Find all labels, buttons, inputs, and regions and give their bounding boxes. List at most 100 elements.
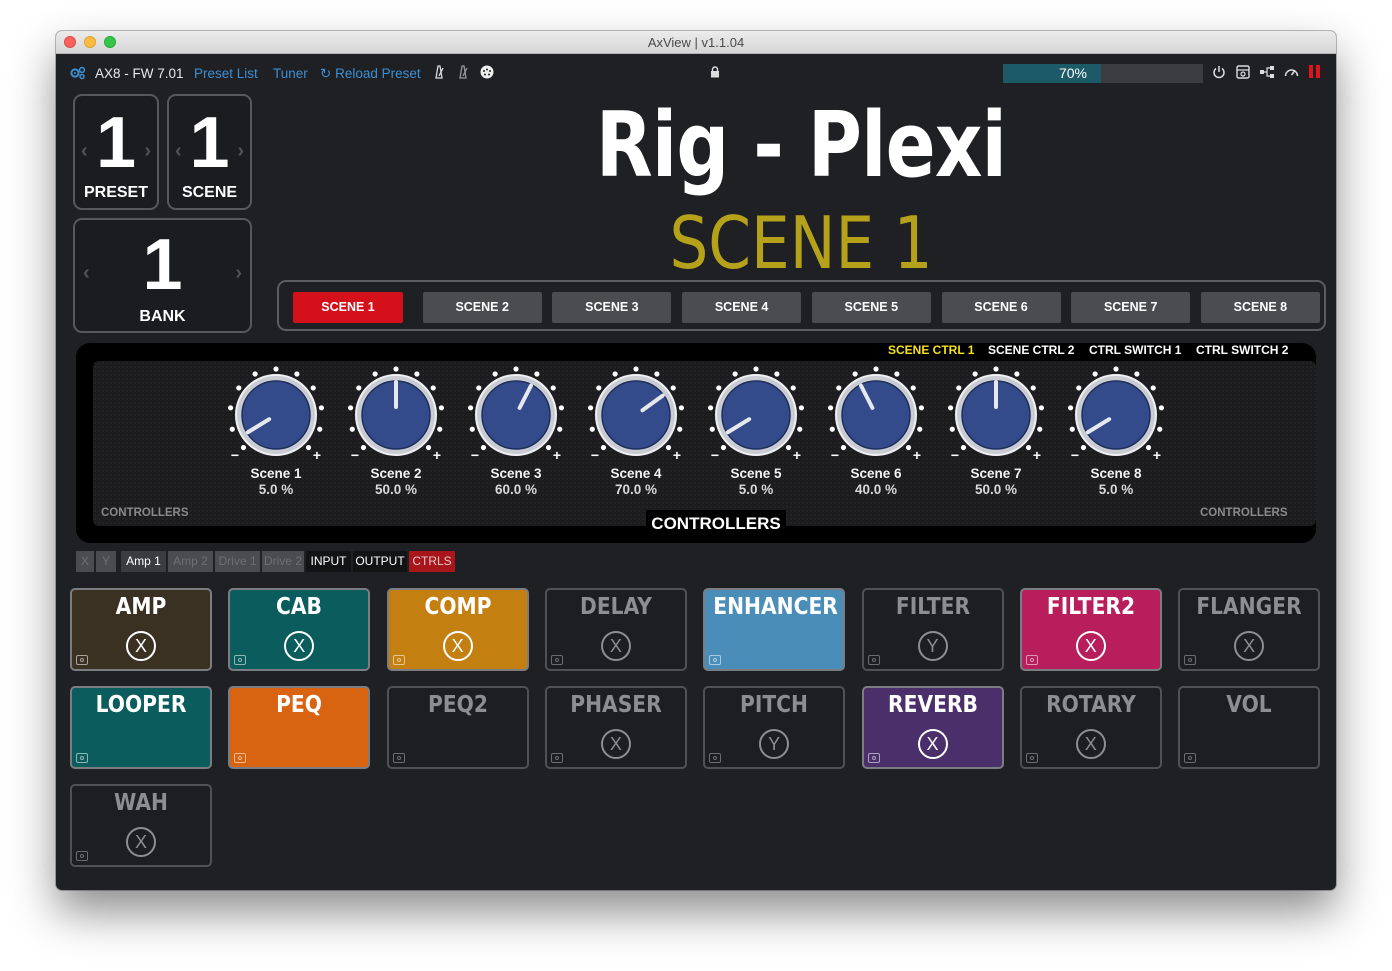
knob-dial[interactable]: − + xyxy=(701,365,811,465)
scene-button-3[interactable]: SCENE 3 xyxy=(552,292,672,323)
controller-knob-8[interactable]: − + Scene 8 5.0 % xyxy=(1061,365,1171,497)
snapshot-icon[interactable] xyxy=(709,753,722,763)
snapshot-icon[interactable] xyxy=(234,655,247,665)
effect-block-rotary[interactable]: ROTARY X xyxy=(1019,686,1162,769)
gears-icon[interactable] xyxy=(70,66,86,83)
effect-block-comp[interactable]: COMP X xyxy=(386,588,529,671)
reload-preset-link[interactable]: ↻ Reload Preset xyxy=(320,66,421,82)
effect-block-peq[interactable]: PEQ xyxy=(228,686,371,769)
effect-block-peq2[interactable]: PEQ2 xyxy=(386,686,529,769)
effect-block-vol[interactable]: VOL xyxy=(1178,686,1321,769)
xy-switch-button[interactable]: X xyxy=(442,631,473,661)
snapshot-icon[interactable] xyxy=(709,655,722,665)
effect-block-wah[interactable]: WAH X xyxy=(70,784,212,867)
scene-button-2[interactable]: SCENE 2 xyxy=(422,292,542,323)
chip-output[interactable]: OUTPUT xyxy=(353,551,407,572)
scene-button-5[interactable]: SCENE 5 xyxy=(811,292,931,323)
scene-button-4[interactable]: SCENE 4 xyxy=(682,292,802,323)
xy-switch-button[interactable]: X xyxy=(1075,729,1106,759)
preset-next-button[interactable]: › xyxy=(144,140,151,163)
effect-block-filter[interactable]: FILTER Y xyxy=(861,588,1004,671)
bank-next-button[interactable]: › xyxy=(235,262,242,285)
controller-knob-6[interactable]: − + Scene 6 40.0 % xyxy=(821,365,931,497)
scene-button-1[interactable]: SCENE 1 xyxy=(293,292,403,323)
snapshot-icon[interactable] xyxy=(1025,753,1038,763)
chip-amp-1[interactable]: Amp 1 xyxy=(121,551,166,572)
snapshot-icon[interactable] xyxy=(234,753,247,763)
chip-y[interactable]: Y xyxy=(96,551,116,572)
scene-button-8[interactable]: SCENE 8 xyxy=(1200,292,1320,323)
gauge-icon[interactable] xyxy=(1284,65,1299,81)
metronome-icon[interactable] xyxy=(433,65,445,82)
effect-block-pitch[interactable]: PITCH Y xyxy=(703,686,846,769)
knob-dial[interactable]: − + xyxy=(581,365,691,465)
xy-switch-button[interactable]: X xyxy=(126,827,156,857)
effect-block-looper[interactable]: LOOPER xyxy=(70,686,212,769)
effect-block-enhancer[interactable]: ENHANCER xyxy=(703,588,846,671)
xy-switch-button[interactable]: X xyxy=(126,631,156,661)
xy-switch-button[interactable]: X xyxy=(1234,631,1265,661)
effect-block-amp[interactable]: AMP X xyxy=(70,588,212,671)
effect-block-flanger[interactable]: FLANGER X xyxy=(1178,588,1321,671)
routing-icon[interactable] xyxy=(1259,65,1275,82)
effect-block-filter2[interactable]: FILTER2 X xyxy=(1019,588,1162,671)
chip-amp-2[interactable]: Amp 2 xyxy=(168,551,213,572)
knob-dial[interactable]: − + xyxy=(341,365,451,465)
controller-knob-4[interactable]: − + Scene 4 70.0 % xyxy=(581,365,691,497)
knob-dial[interactable]: − + xyxy=(941,365,1051,465)
tuner-link[interactable]: Tuner xyxy=(273,66,308,81)
snapshot-icon[interactable] xyxy=(550,655,563,665)
snapshot-icon[interactable] xyxy=(1184,753,1197,763)
block-name: PHASER xyxy=(570,692,662,718)
snapshot-icon[interactable] xyxy=(76,851,88,861)
chip-ctrls[interactable]: CTRLS xyxy=(409,551,455,572)
snapshot-icon[interactable] xyxy=(76,753,88,763)
scene-button-7[interactable]: SCENE 7 xyxy=(1071,292,1191,323)
scene-button-6[interactable]: SCENE 6 xyxy=(941,292,1061,323)
snapshot-icon[interactable] xyxy=(867,753,880,763)
controller-tab-4[interactable]: CTRL SWITCH 2 xyxy=(1196,343,1288,357)
midi-icon[interactable] xyxy=(480,65,494,82)
snapshot-icon[interactable] xyxy=(1184,655,1197,665)
xy-switch-button[interactable]: X xyxy=(1075,631,1106,661)
xy-switch-button[interactable]: X xyxy=(917,729,948,759)
snapshot-icon[interactable] xyxy=(76,655,88,665)
chip-input[interactable]: INPUT xyxy=(306,551,351,572)
chip-drive-1[interactable]: Drive 1 xyxy=(215,551,260,572)
xy-switch-button[interactable]: X xyxy=(600,729,631,759)
snapshot-icon[interactable] xyxy=(392,753,405,763)
effect-block-delay[interactable]: DELAY X xyxy=(544,588,687,671)
effect-block-cab[interactable]: CAB X xyxy=(228,588,371,671)
controller-tab-1[interactable]: SCENE CTRL 1 xyxy=(888,343,974,357)
snapshot-icon[interactable] xyxy=(1025,655,1038,665)
effect-block-reverb[interactable]: REVERB X xyxy=(861,686,1004,769)
xy-switch-button[interactable]: Y xyxy=(917,631,948,661)
knob-dial[interactable]: − + xyxy=(1061,365,1171,465)
knob-dial[interactable]: − + xyxy=(221,365,331,465)
pause-icon[interactable] xyxy=(1309,65,1320,81)
power-icon[interactable] xyxy=(1212,65,1226,82)
controller-knob-7[interactable]: − + Scene 7 50.0 % xyxy=(941,365,1051,497)
lock-icon[interactable] xyxy=(710,65,720,81)
controller-knob-2[interactable]: − + Scene 2 50.0 % xyxy=(341,365,451,497)
controller-knob-3[interactable]: − + Scene 3 60.0 % xyxy=(461,365,571,497)
controller-tab-2[interactable]: SCENE CTRL 2 xyxy=(988,343,1074,357)
snapshot-icon[interactable] xyxy=(867,655,880,665)
amp-icon[interactable] xyxy=(1236,65,1250,82)
knob-dial[interactable]: − + xyxy=(821,365,931,465)
metronome-off-icon[interactable] xyxy=(457,65,469,82)
xy-switch-button[interactable]: X xyxy=(284,631,315,661)
snapshot-icon[interactable] xyxy=(550,753,563,763)
controller-knob-1[interactable]: − + Scene 1 5.0 % xyxy=(221,365,331,497)
chip-x[interactable]: X xyxy=(76,551,94,572)
xy-switch-button[interactable]: Y xyxy=(759,729,790,759)
controller-knob-5[interactable]: − + Scene 5 5.0 % xyxy=(701,365,811,497)
preset-list-link[interactable]: Preset List xyxy=(194,66,258,81)
snapshot-icon[interactable] xyxy=(392,655,405,665)
chip-drive-2[interactable]: Drive 2 xyxy=(262,551,304,572)
xy-switch-button[interactable]: X xyxy=(600,631,631,661)
knob-dial[interactable]: − + xyxy=(461,365,571,465)
controller-tab-3[interactable]: CTRL SWITCH 1 xyxy=(1089,343,1181,357)
scene-next-button[interactable]: › xyxy=(237,140,244,163)
effect-block-phaser[interactable]: PHASER X xyxy=(544,686,687,769)
